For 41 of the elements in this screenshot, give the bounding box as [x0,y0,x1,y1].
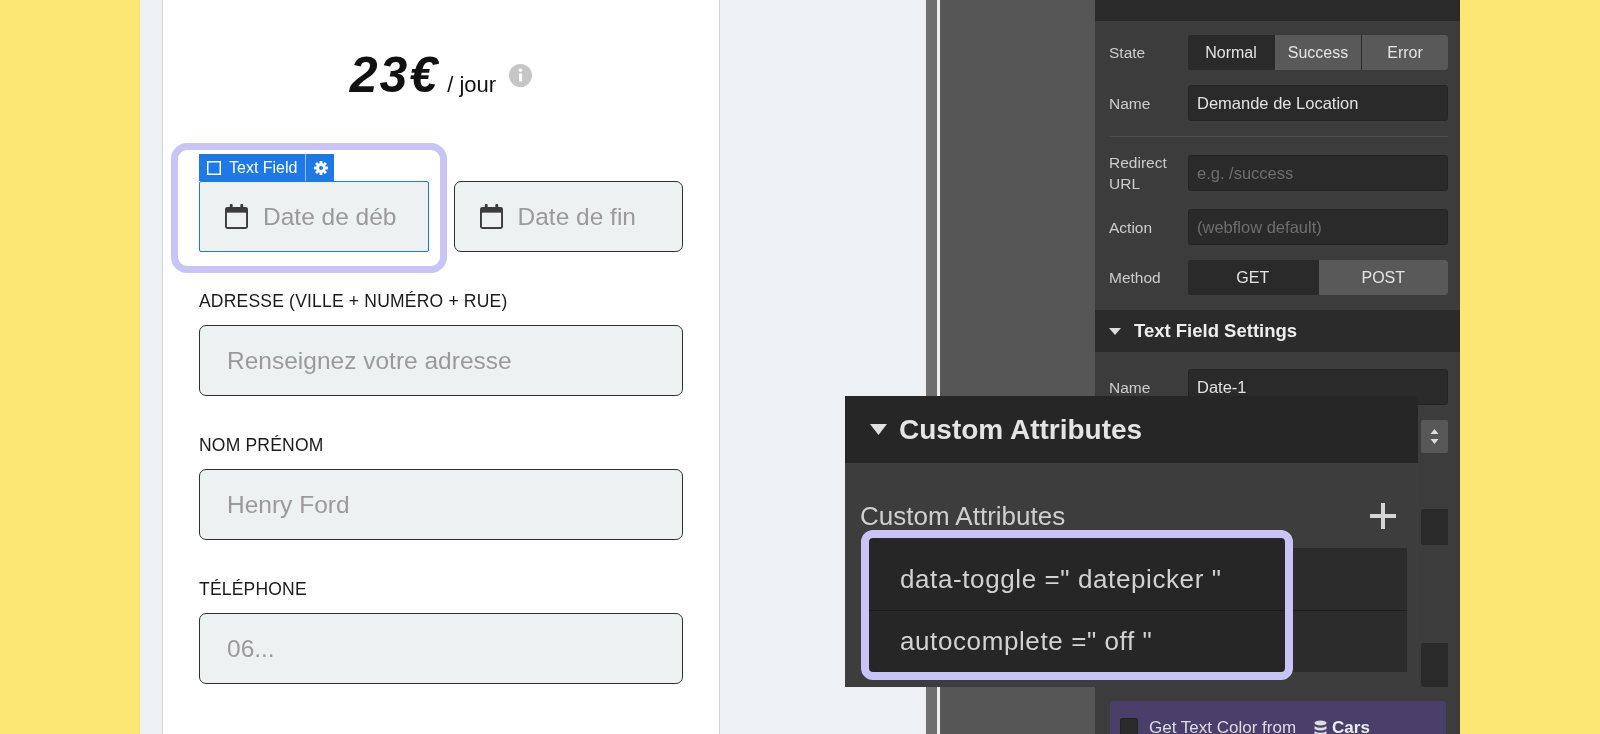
attributes-label: Custom Attributes [860,500,1066,532]
caret-icon[interactable] [870,424,887,435]
date-field[interactable]: Date de déb [199,181,429,252]
input-field[interactable]: (webflow default) [1188,209,1448,245]
gear-icon[interactable] [314,160,329,175]
setting-label: State [1109,43,1147,63]
date-field[interactable]: Date de fin [453,181,683,252]
input-field[interactable]: e.g. /success [1188,155,1448,191]
database-icon [1314,720,1328,734]
calendar-icon [225,204,248,229]
plus-icon[interactable] [1370,503,1396,529]
input-field[interactable]: Henry Ford [199,469,683,540]
attribute-item[interactable]: data-toggle =" datepicker " [869,548,1285,610]
popup-header[interactable]: Custom Attributes [845,396,1418,463]
field-label: TÉLÉPHONE [199,579,308,599]
setting-label: Name [1109,93,1152,114]
field-label: NOM PRÉNOM [199,435,325,455]
binding-label: Get Text Color from [1149,718,1297,734]
attribute-item[interactable]: autocomplete =" off " [869,610,1285,672]
price-unit: / jour [447,72,497,98]
checkbox[interactable] [1120,718,1138,734]
collection-name[interactable]: Cars [1332,718,1370,734]
square-icon [207,160,221,175]
segment-button[interactable]: POST [1318,260,1448,295]
setting-label: Redirect URL [1109,153,1168,194]
input-field[interactable]: Renseignez votre adresse [199,325,683,396]
element-type-label: Text Field [229,158,298,177]
segment-button[interactable]: Success [1275,35,1361,70]
setting-label: Action [1109,217,1154,238]
segment-button[interactable]: Error [1362,35,1448,70]
setting-label: Name [1109,377,1152,398]
dropdown-arrows-icon[interactable] [1421,420,1448,453]
input-field[interactable]: 06... [199,613,683,684]
field-label: ADRESSE (VILLE + NUMÉRO + RUE) [199,291,509,311]
caret-icon[interactable] [1109,327,1121,335]
popup-title: Custom Attributes [899,413,1143,446]
setting-label: Method [1109,268,1162,288]
section-header[interactable]: Text Field Settings [1095,310,1460,352]
price-amount: 23€ [349,50,440,100]
section-title: Text Field Settings [1134,320,1298,342]
input-field[interactable]: Demande de Location [1188,85,1448,121]
